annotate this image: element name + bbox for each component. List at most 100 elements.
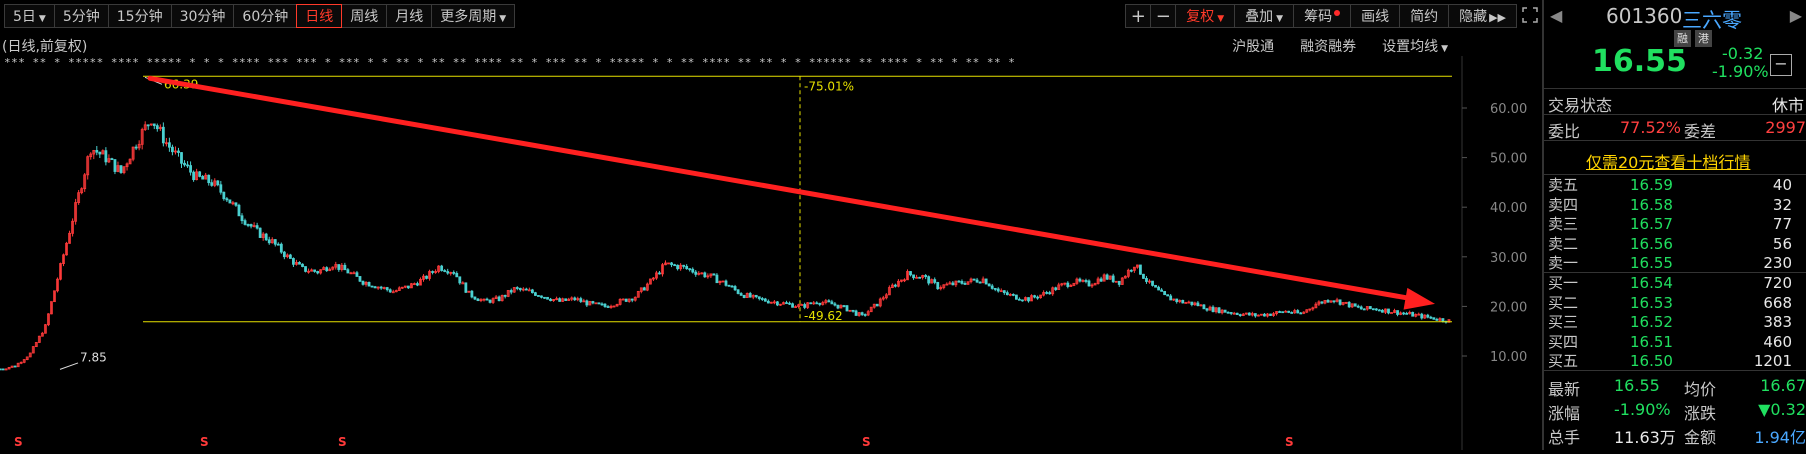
candle-body <box>1027 297 1030 302</box>
news-markers[interactable]: *** ** * ***** **** ***** * * * **** ***… <box>4 56 1015 69</box>
level-volume: 230 <box>1763 254 1792 272</box>
candle-body <box>425 275 428 279</box>
chip-button[interactable]: 筹码 <box>1293 4 1352 28</box>
draw-line-button[interactable]: 画线 <box>1350 4 1401 28</box>
candle-body <box>642 287 646 291</box>
candle-body <box>458 276 462 284</box>
level-volume: 383 <box>1763 313 1792 331</box>
bid-row[interactable]: 买三 16.52 383 <box>1548 313 1804 331</box>
candle-body <box>180 152 183 164</box>
candle-body <box>391 291 395 294</box>
trade-status-label: 交易状态 <box>1548 96 1613 115</box>
margin-trading-link[interactable]: 融资融券 <box>1300 36 1356 56</box>
candle-body <box>13 365 17 368</box>
candle-body <box>1378 309 1381 312</box>
ask-row[interactable]: 卖二 16.56 56 <box>1548 235 1804 253</box>
pct-change-value: -1.90% <box>1614 400 1671 419</box>
zoom-out-button[interactable]: − <box>1150 4 1177 28</box>
ask-row[interactable]: 卖三 16.57 77 <box>1548 215 1804 233</box>
hk-connect-link[interactable]: 沪股通 <box>1232 36 1274 56</box>
kline-chart[interactable]: 60.00 50.00 40.00 30.00 20.00 10.00 *** ** * *… <box>0 56 1540 450</box>
zoom-in-button[interactable]: + <box>1125 4 1152 28</box>
candle-body <box>1002 290 1006 294</box>
tab-label: 更多周期 <box>440 9 497 25</box>
event-marker-icon[interactable]: S <box>862 435 871 449</box>
tab-period-7[interactable]: 月线 <box>386 4 433 28</box>
candle-body <box>497 296 501 302</box>
bid-row[interactable]: 买一 16.54 720 <box>1548 274 1804 292</box>
bid-row[interactable]: 买四 16.51 460 <box>1548 333 1804 351</box>
tab-period-2[interactable]: 15分钟 <box>107 4 172 28</box>
event-marker-icon[interactable]: S <box>14 435 23 449</box>
candle-body <box>1374 308 1378 311</box>
adjust-dropdown[interactable]: 复权 ▼ <box>1175 4 1236 28</box>
event-marker-icon[interactable]: S <box>1285 435 1294 449</box>
tab-period-4[interactable]: 60分钟 <box>233 4 298 28</box>
ask-row[interactable]: 卖一 16.55 230 <box>1548 254 1804 272</box>
tab-period-1[interactable]: 5分钟 <box>53 4 109 28</box>
amount-label: 金额 <box>1684 428 1717 447</box>
fullscreen-icon[interactable] <box>1522 7 1538 23</box>
candle-body <box>246 224 250 226</box>
candle-body <box>1048 292 1052 295</box>
candle-body <box>739 293 743 296</box>
ask-row[interactable]: 卖四 16.58 32 <box>1548 196 1804 214</box>
tab-period-0[interactable]: 5日 ▼ <box>4 4 55 28</box>
candle-body <box>461 282 465 285</box>
candle-body <box>748 293 752 298</box>
last-price: 16.55 <box>1592 44 1687 79</box>
next-stock-icon[interactable]: ▶ <box>1790 6 1802 25</box>
stock-name[interactable]: 三六零 <box>1682 4 1742 33</box>
double-chevron-right-icon: ▶▶ <box>1489 11 1506 24</box>
candle-body <box>249 224 253 227</box>
level2-promo-link[interactable]: 仅需20元查看十档行情 <box>1586 149 1750 173</box>
candle-body <box>207 174 211 184</box>
candle-body <box>1157 286 1160 291</box>
candle-body <box>240 215 244 222</box>
candle-body <box>346 269 350 274</box>
candle-body <box>440 265 444 271</box>
candle-body <box>276 243 280 246</box>
candle-body <box>579 298 583 302</box>
ma-settings-link[interactable]: 设置均线 ▼ <box>1382 36 1448 56</box>
candle-body <box>1018 298 1021 301</box>
tab-period-8[interactable]: 更多周期 ▼ <box>431 4 516 28</box>
bid-row[interactable]: 买二 16.53 668 <box>1548 294 1804 312</box>
tab-period-3[interactable]: 30分钟 <box>170 4 235 28</box>
simple-mode-button[interactable]: 简约 <box>1399 4 1450 28</box>
hide-button[interactable]: 隐藏 ▶▶ <box>1448 4 1517 28</box>
bid-row[interactable]: 买五 16.50 1201 <box>1548 352 1804 370</box>
candle-body <box>936 282 940 290</box>
candle-body <box>712 273 716 276</box>
event-marker-icon[interactable]: S <box>338 435 347 449</box>
event-marker-icon[interactable]: S <box>200 435 209 449</box>
remove-watchlist-icon[interactable]: − <box>1770 54 1792 76</box>
candle-body <box>518 287 522 291</box>
candle-body <box>171 146 174 153</box>
overlay-dropdown[interactable]: 叠加 ▼ <box>1234 4 1295 28</box>
candle-body <box>524 288 528 291</box>
divider <box>1544 370 1806 371</box>
candle-body <box>791 303 794 308</box>
order-diff-label: 委差 <box>1684 122 1717 141</box>
tab-period-6[interactable]: 周线 <box>341 4 388 28</box>
candle-body <box>219 184 223 193</box>
candle-body <box>558 298 562 302</box>
ask-row[interactable]: 卖五 16.59 40 <box>1548 176 1804 194</box>
candle-body <box>355 272 359 277</box>
tab-label: 月线 <box>395 9 424 25</box>
candle-body <box>113 159 117 172</box>
level-price: 16.53 <box>1630 293 1673 312</box>
tab-label: 5日 <box>13 9 36 25</box>
candle-body <box>972 278 976 281</box>
candle-body <box>288 254 292 259</box>
tab-period-5[interactable]: 日线 <box>296 4 343 28</box>
latest-value: 16.55 <box>1614 376 1660 395</box>
candle-body <box>630 298 634 301</box>
prev-stock-icon[interactable]: ◀ <box>1550 6 1562 25</box>
candle-body <box>385 287 389 291</box>
candle-body <box>1 368 5 371</box>
candle-body <box>987 283 991 287</box>
candle-body <box>198 171 202 177</box>
candle-body <box>416 283 419 286</box>
